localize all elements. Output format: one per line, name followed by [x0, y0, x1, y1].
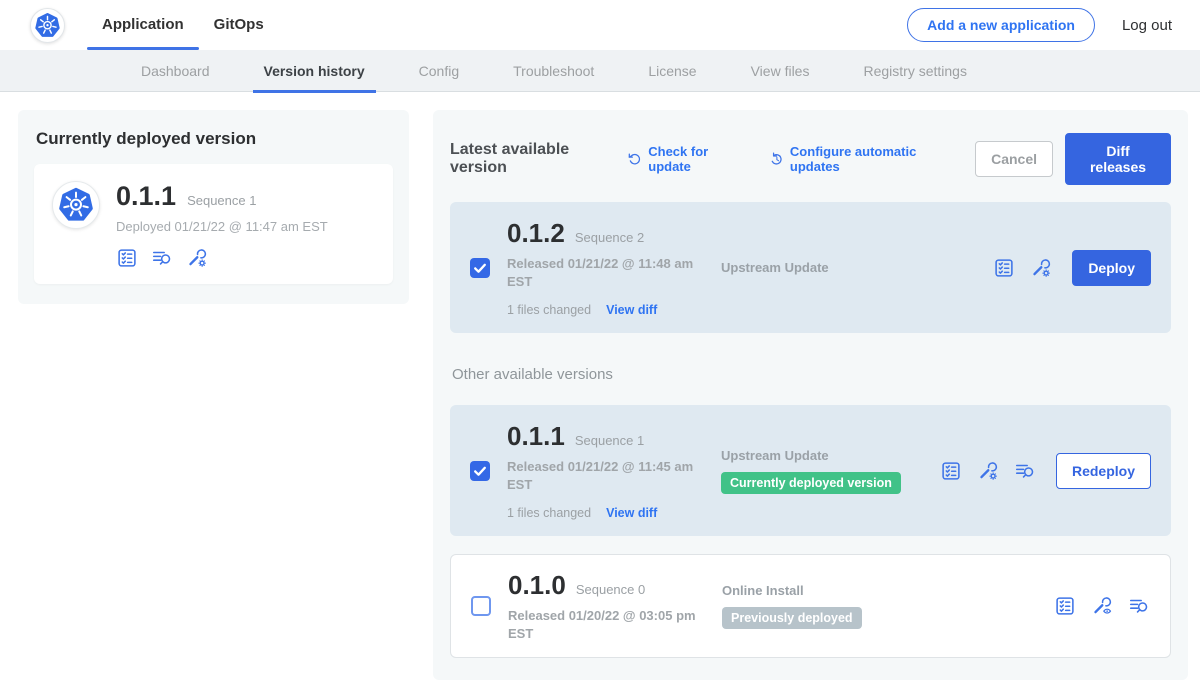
other-versions-title: Other available versions: [452, 366, 1169, 383]
add-application-button[interactable]: Add a new application: [907, 8, 1095, 42]
version-history-panel: Latest available version Check for updat…: [433, 110, 1188, 680]
files-changed-label: 1 files changed: [507, 303, 591, 317]
view-diff-link[interactable]: View diff: [606, 506, 657, 520]
latest-available-header: Latest available version Check for updat…: [450, 133, 1171, 185]
check-for-update-link[interactable]: Check for update: [626, 144, 742, 174]
source-label: Upstream Update: [721, 448, 940, 463]
row-actions: Deploy: [993, 250, 1151, 286]
version-info: 0.1.0 Sequence 0 Released 01/20/22 @ 03:…: [508, 570, 720, 642]
sequence-label: Sequence 1: [575, 433, 644, 448]
version-checkbox[interactable]: [471, 596, 491, 616]
view-config-icon[interactable]: [1091, 595, 1113, 617]
subnav-tab-registry-settings[interactable]: Registry settings: [852, 50, 977, 92]
configure-automatic-updates-link[interactable]: Configure automatic updates: [768, 144, 949, 174]
preflight-icon[interactable]: [1014, 460, 1036, 482]
logout-button[interactable]: Log out: [1122, 17, 1172, 34]
currently-deployed-panel: Currently deployed version 0.1.1 Sequenc…: [18, 110, 409, 304]
tab-gitops[interactable]: GitOps: [199, 0, 279, 50]
version-source: Upstream Update: [719, 260, 993, 275]
sequence-label: Sequence 2: [575, 230, 644, 245]
subnav-tab-config[interactable]: Config: [408, 50, 470, 92]
refresh-icon: [626, 150, 642, 168]
version-number: 0.1.1: [507, 421, 565, 452]
sequence-label: Sequence 0: [576, 582, 645, 597]
version-checkbox[interactable]: [470, 258, 490, 278]
release-notes-icon[interactable]: [1054, 595, 1076, 617]
kubernetes-helm-icon: [56, 185, 96, 225]
files-changed-label: 1 files changed: [507, 506, 591, 520]
version-source: Upstream Update Currently deployed versi…: [719, 448, 940, 494]
configure-updates-label: Configure automatic updates: [790, 144, 949, 174]
kubernetes-helm-icon: [33, 11, 62, 40]
subnav-tab-license[interactable]: License: [637, 50, 707, 92]
row-actions: Redeploy: [940, 453, 1151, 489]
edit-config-icon[interactable]: [977, 460, 999, 482]
version-source: Online Install Previously deployed: [720, 583, 1054, 629]
currently-deployed-title: Currently deployed version: [36, 129, 391, 149]
view-diff-link[interactable]: View diff: [606, 303, 657, 317]
checkmark-icon: [470, 258, 490, 278]
cancel-button[interactable]: Cancel: [975, 141, 1053, 177]
edit-config-icon[interactable]: [1030, 257, 1052, 279]
released-timestamp: Released 01/21/22 @ 11:45 am EST: [507, 458, 705, 493]
release-notes-icon[interactable]: [993, 257, 1015, 279]
subnav-tab-view-files[interactable]: View files: [740, 50, 821, 92]
version-row-0-1-2: 0.1.2 Sequence 2 Released 01/21/22 @ 11:…: [450, 202, 1171, 333]
top-nav: Application GitOps Add a new application…: [0, 0, 1200, 50]
released-timestamp: Released 01/20/22 @ 03:05 pm EST: [508, 607, 706, 642]
deployed-action-icons: [116, 247, 328, 269]
redeploy-button[interactable]: Redeploy: [1056, 453, 1151, 489]
version-info: 0.1.2 Sequence 2 Released 01/21/22 @ 11:…: [507, 218, 719, 317]
source-label: Online Install: [722, 583, 1054, 598]
deployed-version-card: 0.1.1 Sequence 1 Deployed 01/21/22 @ 11:…: [34, 164, 393, 284]
deployed-sequence-label: Sequence 1: [187, 193, 256, 208]
release-notes-icon[interactable]: [116, 247, 138, 269]
currently-deployed-badge: Currently deployed version: [721, 472, 901, 494]
app-sub-nav: Dashboard Version history Config Trouble…: [0, 50, 1200, 92]
source-label: Upstream Update: [721, 260, 993, 275]
preflight-icon[interactable]: [151, 247, 173, 269]
version-row-0-1-1: 0.1.1 Sequence 1 Released 01/21/22 @ 11:…: [450, 405, 1171, 536]
deployed-version-number: 0.1.1: [116, 181, 176, 212]
main-content: Currently deployed version 0.1.1 Sequenc…: [0, 92, 1200, 680]
version-number: 0.1.0: [508, 570, 566, 601]
edit-config-icon[interactable]: [186, 247, 208, 269]
release-notes-icon[interactable]: [940, 460, 962, 482]
tab-application[interactable]: Application: [87, 0, 199, 50]
subnav-tab-version-history[interactable]: Version history: [253, 50, 376, 92]
version-checkbox[interactable]: [470, 461, 490, 481]
deploy-button[interactable]: Deploy: [1072, 250, 1151, 286]
check-for-update-label: Check for update: [648, 144, 742, 174]
deployed-timestamp: Deployed 01/21/22 @ 11:47 am EST: [116, 219, 328, 234]
subnav-tab-troubleshoot[interactable]: Troubleshoot: [502, 50, 605, 92]
diff-releases-button[interactable]: Diff releases: [1065, 133, 1171, 185]
deployed-version-details: 0.1.1 Sequence 1 Deployed 01/21/22 @ 11:…: [116, 181, 328, 269]
kubernetes-logo: [30, 8, 65, 43]
subnav-tab-dashboard[interactable]: Dashboard: [130, 50, 221, 92]
version-number: 0.1.2: [507, 218, 565, 249]
row-actions: [1054, 595, 1150, 617]
previously-deployed-badge: Previously deployed: [722, 607, 862, 629]
released-timestamp: Released 01/21/22 @ 11:48 am EST: [507, 255, 705, 290]
version-row-0-1-0: 0.1.0 Sequence 0 Released 01/20/22 @ 03:…: [450, 554, 1171, 658]
clock-refresh-icon: [768, 150, 784, 168]
preflight-icon[interactable]: [1128, 595, 1150, 617]
app-logo: [52, 181, 100, 229]
latest-available-title: Latest available version: [450, 141, 610, 177]
version-info: 0.1.1 Sequence 1 Released 01/21/22 @ 11:…: [507, 421, 719, 520]
checkmark-icon: [470, 461, 490, 481]
